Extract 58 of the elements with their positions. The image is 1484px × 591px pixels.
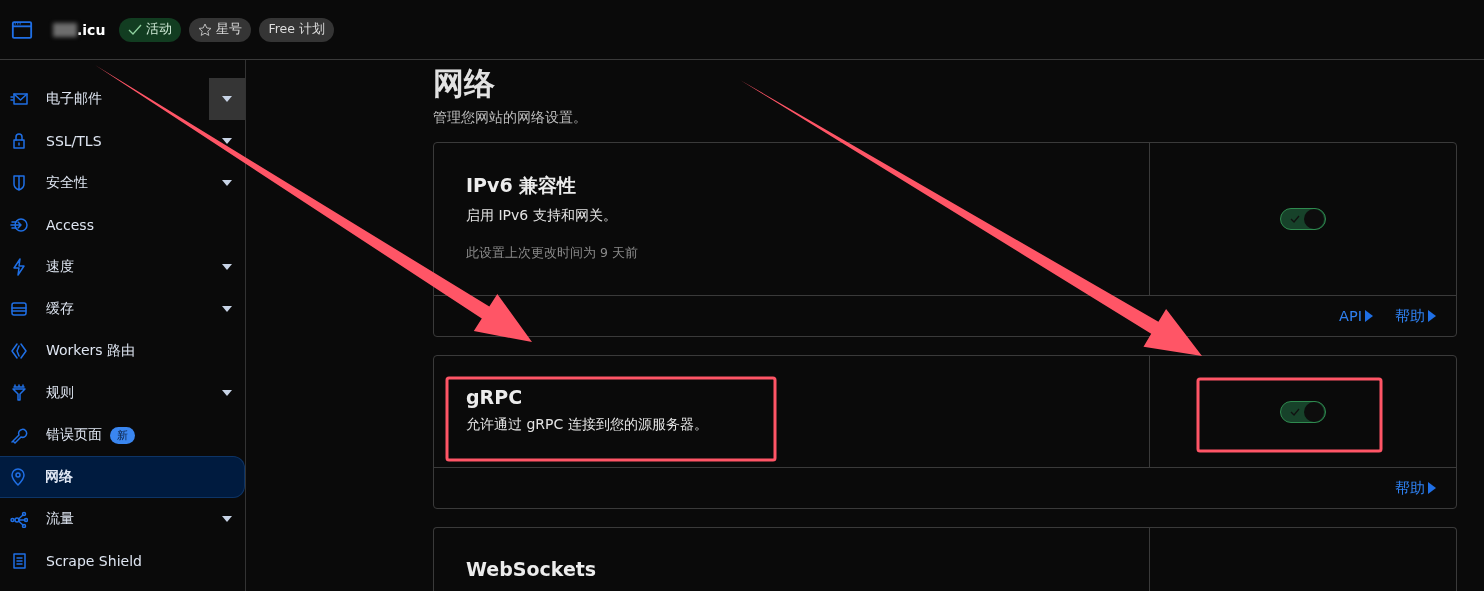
caret-icon: [222, 138, 232, 144]
card-description: 启用 IPv6 支持和网关。: [466, 207, 618, 225]
page-title: 网络: [433, 64, 496, 103]
card-description: 允许通过 gRPC 连接到您的源服务器。: [466, 416, 709, 434]
card-link[interactable]: API: [1339, 308, 1373, 324]
sign-in-icon: [10, 216, 28, 234]
sidebar-item[interactable]: 缓存: [0, 288, 245, 330]
card-title: gRPC: [466, 386, 524, 408]
caret-icon: [222, 96, 232, 102]
sidebar-item[interactable]: 错误页面 新: [0, 414, 245, 456]
star-icon: [198, 22, 213, 37]
new-badge: 新: [110, 426, 135, 444]
last-changed-note: 此设置上次更改时间为 9 天前: [466, 245, 639, 262]
toggle-switch[interactable]: [1280, 400, 1326, 423]
sidebar-item[interactable]: 流量: [0, 498, 245, 540]
sidebar-item[interactable]: 规则: [0, 372, 245, 414]
envelope-icon: [10, 90, 28, 108]
card-title: WebSockets: [466, 558, 598, 580]
browser-window-icon: [11, 18, 33, 41]
sidebar-item[interactable]: 速度: [0, 246, 245, 288]
wrench-icon: [10, 426, 28, 444]
card-title: IPv6 兼容性: [466, 173, 578, 198]
toggle-switch[interactable]: [1280, 208, 1326, 230]
card-link[interactable]: 帮助: [1395, 306, 1436, 326]
check-icon: [1290, 215, 1300, 223]
sidebar-item[interactable]: 电子邮件: [0, 78, 245, 120]
star-button[interactable]: 星号: [189, 17, 252, 42]
caret-icon: [222, 180, 232, 186]
lightning-icon: [10, 258, 28, 276]
caret-icon: [222, 264, 232, 270]
lock-icon: [10, 132, 28, 150]
code-brackets-icon: [10, 342, 28, 360]
check-icon: [1290, 407, 1300, 416]
caret-icon: [222, 390, 232, 396]
caret-icon: [1428, 482, 1436, 494]
status-badge: 活动: [119, 17, 182, 42]
sidebar-item[interactable]: Access: [0, 204, 245, 246]
caret-icon: [1428, 310, 1436, 322]
sidebar-item[interactable]: SSL/TLS: [0, 120, 245, 162]
sidebar-item[interactable]: 安全性: [0, 162, 245, 204]
document-icon: [10, 552, 28, 570]
caret-icon: [222, 306, 232, 312]
caret-icon: [222, 516, 232, 522]
location-pin-icon: [9, 468, 27, 486]
sidebar-item[interactable]: 网络: [0, 456, 245, 498]
caret-icon: [1365, 310, 1373, 322]
sidebar-item[interactable]: Workers 路由: [0, 330, 245, 372]
card-link[interactable]: 帮助: [1395, 478, 1436, 498]
domain-name: .icu: [77, 21, 106, 38]
sidebar-item[interactable]: Scrape Shield: [0, 540, 245, 582]
funnel-icon: [10, 384, 28, 402]
page-subtitle: 管理您网站的网络设置。: [433, 109, 588, 127]
check-icon: [128, 23, 143, 36]
storage-icon: [10, 300, 28, 318]
shield-icon: [10, 174, 28, 192]
plan-badge: Free 计划: [259, 17, 334, 42]
expand-button[interactable]: [209, 78, 245, 120]
network-nodes-icon: [10, 510, 28, 528]
